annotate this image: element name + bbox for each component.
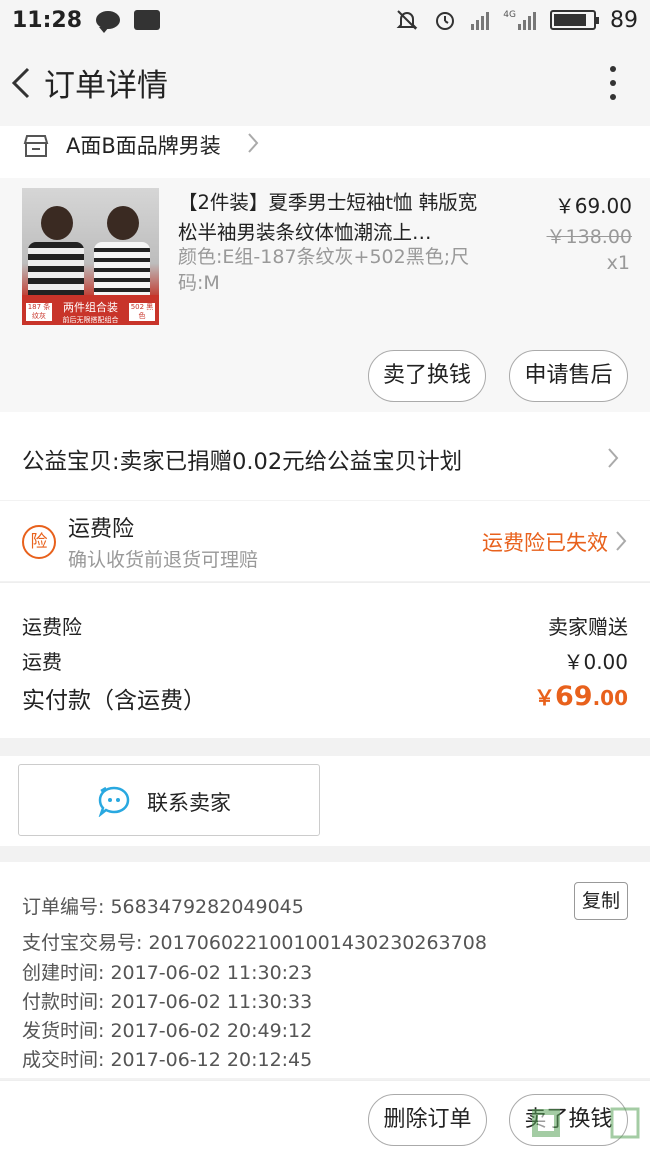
product-sku: 颜色:E组-187条纹灰+502黑色;尺码:M [178, 246, 470, 294]
watermark-logo [532, 1107, 640, 1139]
contact-seller-button[interactable]: 联系卖家 [18, 764, 320, 836]
insurance-title: 运费险 [68, 517, 135, 542]
chevron-right-icon [248, 133, 259, 153]
product-title: 【2件装】夏季男士短袖t恤 韩版宽松半袖男装条纹体恤潮流上… [178, 191, 478, 244]
shop-name: A面B面品牌男装 [66, 134, 221, 158]
chat-bubble-icon [98, 786, 130, 817]
shop-row[interactable]: A面B面品牌男装 [0, 126, 650, 178]
thumbnail-tag-left: 187 条纹灰 [26, 303, 52, 321]
shop-icon [23, 135, 49, 157]
sell-button[interactable]: 卖了换钱 [368, 350, 486, 402]
signal-4g-icon: 4G [503, 10, 536, 30]
thumbnail-tag-right: 502 黑色 [129, 303, 155, 321]
more-menu-icon[interactable] [610, 66, 616, 100]
order-info: 订单编号: 5683479282049045 复制 支付宝交易号: 201706… [0, 862, 650, 1078]
summary-total-value: ￥69.00 [533, 681, 628, 712]
order-item[interactable]: 两件组合装 前后无限搭配组合 187 条纹灰 502 黑色 【2件装】夏季男士短… [0, 178, 650, 412]
summary-insurance-label: 运费险 [22, 615, 82, 639]
chevron-right-icon [616, 531, 627, 551]
contact-seller-label: 联系卖家 [147, 791, 231, 815]
message-icon [96, 11, 121, 33]
watermark [528, 1105, 644, 1145]
created-time: 创建时间: 2017-06-02 11:30:23 [22, 962, 313, 984]
order-number: 订单编号: 5683479282049045 [22, 896, 304, 918]
shipping-insurance-row[interactable]: 险 运费险 确认收货前退货可理赔 运费险已失效 [0, 501, 650, 581]
paid-time: 付款时间: 2017-06-02 11:30:33 [22, 991, 313, 1013]
back-icon[interactable] [8, 66, 34, 100]
chevron-right-icon [608, 448, 619, 468]
bottom-action-bar: 删除订单 卖了换钱 [0, 1080, 650, 1155]
product-quantity: x1 [606, 252, 630, 274]
summary-shipping-label: 运费 [22, 650, 62, 674]
charity-row[interactable]: 公益宝贝:卖家已捐赠0.02元给公益宝贝计划 [0, 412, 650, 500]
payment-summary: 运费险 卖家赠送 运费 ￥0.00 实付款（含运费） ￥69.00 [0, 582, 650, 738]
battery-level: 89 [610, 7, 638, 33]
insurance-icon: 险 [22, 525, 56, 559]
signal-icon [471, 10, 490, 30]
shipped-time: 发货时间: 2017-06-02 20:49:12 [22, 1020, 313, 1042]
summary-shipping-row: 运费 ￥0.00 [22, 646, 628, 675]
summary-insurance-row: 运费险 卖家赠送 [22, 611, 628, 640]
status-bar: 11:28 4G 89 [0, 0, 650, 40]
insurance-status: 运费险已失效 [482, 531, 608, 555]
summary-total-row: 实付款（含运费） ￥69.00 [22, 681, 628, 715]
alarm-icon [436, 12, 455, 30]
summary-insurance-value: 卖家赠送 [548, 615, 628, 639]
charity-text: 公益宝贝:卖家已捐赠0.02元给公益宝贝计划 [22, 449, 463, 475]
after-sales-button[interactable]: 申请售后 [509, 350, 628, 402]
delete-order-button[interactable]: 删除订单 [368, 1094, 487, 1146]
summary-shipping-value: ￥0.00 [563, 650, 628, 674]
page-title: 订单详情 [44, 68, 168, 104]
battery-icon [550, 10, 599, 30]
summary-total-label: 实付款（含运费） [22, 688, 206, 714]
contact-area: 联系卖家 [0, 756, 650, 846]
mute-icon [396, 10, 418, 30]
insurance-subtitle: 确认收货前退货可理赔 [68, 549, 259, 571]
nav-bar: 订单详情 [0, 40, 650, 126]
original-price: ￥138.00 [546, 226, 632, 248]
alipay-trade-number: 支付宝交易号: 2017060221001001430230263708 [22, 932, 487, 954]
product-price: ￥69.00 [554, 194, 632, 218]
status-time: 11:28 [12, 7, 83, 33]
product-thumbnail[interactable]: 两件组合装 前后无限搭配组合 187 条纹灰 502 黑色 [22, 188, 159, 325]
completed-time: 成交时间: 2017-06-12 20:12:45 [22, 1049, 313, 1071]
copy-button[interactable]: 复制 [574, 882, 628, 920]
notification-icon [134, 10, 161, 30]
